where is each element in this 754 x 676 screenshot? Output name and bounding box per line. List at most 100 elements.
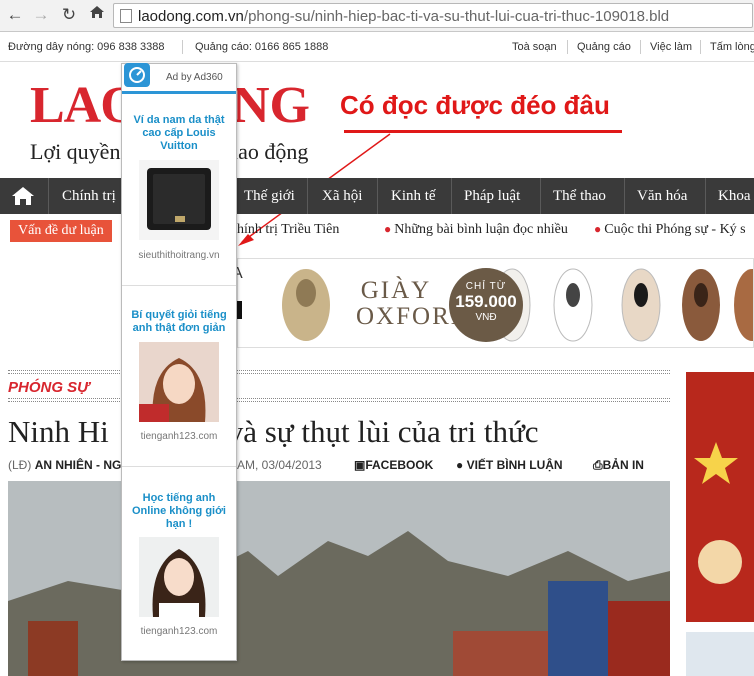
ad-item-site[interactable]: tienganh123.com xyxy=(122,431,236,442)
ad-item-title[interactable]: Bí quyết giỏi tiếng anh thật đơn giản xyxy=(126,309,232,335)
url-domain: laodong.com.vn xyxy=(138,8,244,25)
nav-divider xyxy=(48,178,49,214)
bullet-icon: ● xyxy=(384,222,395,236)
shoe-image xyxy=(553,268,593,342)
facebook-icon: ▣ xyxy=(354,458,366,472)
nav-item-the-thao[interactable]: Thể thao xyxy=(553,178,606,214)
nav-home-button[interactable] xyxy=(0,178,48,214)
ad-item-image[interactable] xyxy=(139,342,219,422)
ad-item-image[interactable] xyxy=(139,537,219,617)
nav-item-kinh-te[interactable]: Kinh tế xyxy=(391,178,436,214)
byline-prefix: (LĐ) xyxy=(8,458,32,472)
banner-headline-line2: OXFORD xyxy=(356,303,471,330)
print-icon: ⎙ xyxy=(593,458,603,472)
nav-divider xyxy=(451,178,452,214)
ad-item-title[interactable]: Học tiếng anh Online không giới hạn ! xyxy=(126,492,232,531)
facebook-share-button[interactable]: ▣FACEBOOK xyxy=(354,458,433,472)
main-nav: Chính trị Thế giới Xã hội Kinh tế Pháp l… xyxy=(0,178,754,214)
page-icon xyxy=(120,9,132,23)
arrow-right-icon[interactable]: → xyxy=(30,4,52,26)
price-value: 159.000 xyxy=(455,292,517,311)
ad-item-site[interactable]: sieuthithoitrang.vn xyxy=(122,250,236,261)
nav-item-phap-luat[interactable]: Pháp luật xyxy=(464,178,520,214)
sidebar-image[interactable] xyxy=(686,372,754,622)
ad-item-title[interactable]: Ví da nam da thật cao cấp Louis Vuitton xyxy=(126,114,232,153)
banner-headline: GIÀY OXFORD xyxy=(356,277,471,330)
headline-right: tỉ và sự thụt lùi của tri thức xyxy=(202,414,539,449)
nav-divider xyxy=(705,178,706,214)
home-icon[interactable] xyxy=(86,4,108,26)
byline: (LĐ) AN NHIÊN - NG xyxy=(8,458,121,472)
divider xyxy=(640,40,641,54)
annotation-text: Có đọc được đéo đâu xyxy=(340,90,610,120)
topic-link[interactable]: ● Cuộc thi Phóng sự - Ký s xyxy=(594,222,746,238)
section-rule xyxy=(8,370,670,374)
price-badge: CHỈ TỪ 159.000 VNĐ xyxy=(449,268,523,342)
comment-icon: ● xyxy=(456,458,464,472)
headline-left: Ninh Hi xyxy=(8,414,109,449)
toplink-tam-long[interactable]: Tấm lòng xyxy=(710,41,754,53)
hero-photo xyxy=(8,481,670,676)
article-headline: Ninh Hi tỉ và sự thụt lùi của tri thức xyxy=(8,414,539,450)
topic-link[interactable]: ● Những bài bình luận đọc nhiều xyxy=(384,222,568,238)
toplink-viec-lam[interactable]: Việc làm xyxy=(650,41,692,53)
nav-item-xa-hoi[interactable]: Xã hội xyxy=(322,178,362,214)
ad-by-label: Ad by Ad360 xyxy=(166,72,223,83)
sidebar-image-2[interactable] xyxy=(686,632,754,676)
comment-button[interactable]: ● VIẾT BÌNH LUẬN xyxy=(456,458,563,472)
hotline-text: Đường dây nóng: 096 838 3388 xyxy=(8,41,165,53)
nav-divider xyxy=(307,178,308,214)
section-name[interactable]: PHÓNG SỰ xyxy=(8,379,89,396)
url-text: laodong.com.vn/phong-su/ninh-hiep-bac-ti… xyxy=(138,8,669,25)
byline-time: AM, 03/04/2013 xyxy=(237,458,322,472)
section-rule xyxy=(8,398,670,402)
portrait-image xyxy=(139,342,219,422)
topic-link[interactable]: hính trị Triều Tiên xyxy=(237,222,339,238)
shoe-image xyxy=(282,269,330,341)
nav-item-the-gioi[interactable]: Thế giới xyxy=(244,178,295,214)
print-label: BẢN IN xyxy=(602,458,644,472)
divider xyxy=(700,40,701,54)
arrow-left-icon[interactable]: ← xyxy=(4,4,26,26)
ad360-logo-icon[interactable] xyxy=(124,63,150,87)
ad-divider xyxy=(122,285,236,286)
ad-item-site[interactable]: tienganh123.com xyxy=(122,626,236,637)
divider xyxy=(567,40,568,54)
shoe-image xyxy=(621,268,661,342)
wallet-image xyxy=(139,160,219,240)
url-path: /phong-su/ninh-hiep-bac-ti-va-su-thut-lu… xyxy=(243,8,670,25)
nav-item-van-hoa[interactable]: Văn hóa xyxy=(637,178,687,214)
slogan-left: Lợi quyền xyxy=(30,139,121,164)
shoe-image xyxy=(682,269,720,341)
nav-item-chinh-tri[interactable]: Chính trị xyxy=(62,178,116,214)
topic-tag[interactable]: Vấn đề dư luận xyxy=(10,220,112,242)
bullet-icon: ● xyxy=(594,222,605,236)
nav-item-khoa[interactable]: Khoa xyxy=(718,178,751,214)
browser-toolbar: ← → ↻ laodong.com.vn/phong-su/ninh-hiep-… xyxy=(0,0,754,32)
reload-icon[interactable]: ↻ xyxy=(58,4,80,26)
byline-author: AN NHIÊN - NG xyxy=(34,458,122,472)
toplink-toa-soan[interactable]: Toà soạn xyxy=(512,41,557,53)
comment-label: VIẾT BÌNH LUẬN xyxy=(466,458,563,472)
price-label: CHỈ TỪ xyxy=(465,281,507,292)
address-bar[interactable]: laodong.com.vn/phong-su/ninh-hiep-bac-ti… xyxy=(113,3,753,28)
divider xyxy=(182,40,183,54)
nav-divider xyxy=(540,178,541,214)
ads-contact-text: Quảng cáo: 0166 865 1888 xyxy=(195,41,329,53)
price-unit: VNĐ xyxy=(475,312,497,323)
sidebar-photo xyxy=(686,372,754,622)
nav-divider xyxy=(624,178,625,214)
banner-headline-line1: GIÀY xyxy=(360,277,432,304)
portrait-image xyxy=(139,537,219,617)
ad-topline xyxy=(122,91,236,94)
utility-bar: Đường dây nóng: 096 838 3388 Quảng cáo: … xyxy=(0,32,754,62)
topic-bar: Vấn đề dư luận hính trị Triều Tiên ● Nhữ… xyxy=(0,216,754,246)
facebook-label: FACEBOOK xyxy=(365,458,434,472)
ad-item-image[interactable] xyxy=(139,160,219,240)
site-logo-tail[interactable]: NG xyxy=(232,80,310,132)
article-hero-image xyxy=(8,481,670,676)
shoe-image xyxy=(734,269,753,341)
nav-divider xyxy=(377,178,378,214)
toplink-quang-cao[interactable]: Quảng cáo xyxy=(577,41,631,53)
print-button[interactable]: ⎙BẢN IN xyxy=(593,458,644,473)
